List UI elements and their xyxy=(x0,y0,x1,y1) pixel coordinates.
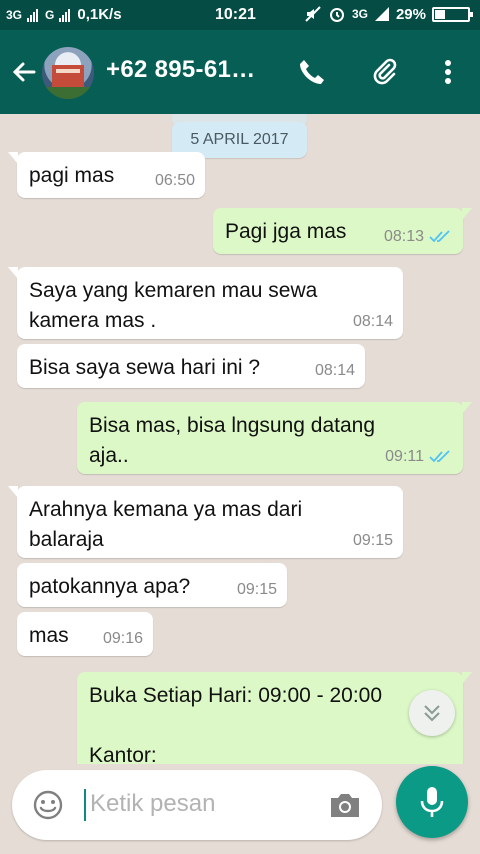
message-time: 09:15 xyxy=(236,581,277,598)
microphone-icon xyxy=(420,787,444,817)
message-incoming[interactable]: Saya yang kemaren mau sewa kamera mas . … xyxy=(8,267,403,339)
signal-full-icon xyxy=(374,7,389,21)
text-cursor xyxy=(84,789,86,821)
message-text: patokannya apa? xyxy=(29,575,191,598)
message-time: 08:13 xyxy=(383,228,424,245)
message-time: 08:14 xyxy=(314,362,355,379)
message-meta: 08:14 xyxy=(315,362,355,380)
network-type-3: 3G xyxy=(351,7,368,21)
message-outgoing[interactable]: Pagi jga mas 08:13 xyxy=(213,208,472,254)
clock: 10:21 xyxy=(215,6,256,23)
network-type-2: G xyxy=(45,7,55,22)
camera-icon[interactable] xyxy=(327,789,363,821)
message-outgoing[interactable]: Bisa mas, bisa lngsung datang aja.. 09:1… xyxy=(77,402,472,474)
emoji-icon[interactable] xyxy=(32,789,64,821)
more-icon[interactable] xyxy=(432,56,464,88)
status-right: 3G 29% xyxy=(304,5,473,23)
mic-button[interactable] xyxy=(396,766,468,838)
network-type-1: 3G xyxy=(6,7,23,22)
chat-header: +62 895-61… xyxy=(0,30,480,114)
message-text: Bisa mas, bisa lngsung datang aja.. xyxy=(89,414,376,467)
attach-icon[interactable] xyxy=(368,56,400,88)
message-input[interactable]: Ketik pesan xyxy=(90,790,215,818)
message-meta: 08:14 xyxy=(353,313,393,331)
message-composer: Ketik pesan xyxy=(12,770,382,840)
message-text: mas xyxy=(29,624,69,647)
message-incoming[interactable]: Arahnya kemana ya mas dari balaraja 09:1… xyxy=(8,486,403,558)
message-incoming[interactable]: pagi mas 06:50 xyxy=(8,152,205,198)
signal-icon-2 xyxy=(59,8,71,22)
message-outgoing[interactable]: Buka Setiap Hari: 09:00 - 20:00 Kantor: xyxy=(77,672,472,764)
message-meta: 06:50 xyxy=(155,172,195,190)
read-ticks-icon xyxy=(429,450,450,463)
message-text: Arahnya kemana ya mas dari balaraja xyxy=(29,498,303,551)
message-meta: 09:11 xyxy=(385,448,453,466)
battery-percent: 29% xyxy=(395,5,426,23)
message-meta: 09:15 xyxy=(237,581,277,599)
message-meta: 08:13 xyxy=(384,228,453,246)
battery-icon xyxy=(432,6,473,22)
message-time: 06:50 xyxy=(154,172,195,189)
contact-title[interactable]: +62 895-61… xyxy=(106,56,255,84)
message-time: 09:11 xyxy=(385,448,424,465)
message-meta: 09:15 xyxy=(353,532,393,550)
message-time: 08:14 xyxy=(352,313,393,330)
double-chevron-down-icon xyxy=(424,705,440,722)
scroll-down-button[interactable] xyxy=(409,690,455,736)
message-text: Bisa saya sewa hari ini ? xyxy=(29,356,261,379)
mute-icon xyxy=(305,6,321,22)
phone-icon[interactable] xyxy=(296,56,328,88)
status-left: 3G G 0,1K/s xyxy=(6,6,122,23)
chat-area[interactable]: 5 APRIL 2017 5 APRIL 2017 pagi mas 06:50… xyxy=(0,114,480,764)
message-text: Buka Setiap Hari: 09:00 - 20:00 Kantor: xyxy=(89,684,383,764)
read-ticks-icon xyxy=(429,230,450,243)
message-time: 09:15 xyxy=(352,532,393,549)
back-arrow-icon[interactable] xyxy=(10,58,38,86)
status-bar: 3G G 0,1K/s 10:21 3G 29% xyxy=(0,0,480,30)
message-text: pagi mas xyxy=(29,164,115,187)
message-time: 09:16 xyxy=(102,630,143,647)
signal-icon xyxy=(27,8,39,22)
message-text: Saya yang kemaren mau sewa kamera mas . xyxy=(29,279,318,332)
message-meta: 09:16 xyxy=(103,630,143,648)
message-text: Pagi jga mas xyxy=(225,220,347,243)
network-speed: 0,1K/s xyxy=(77,6,122,23)
message-incoming[interactable]: mas 09:16 xyxy=(17,612,153,656)
avatar[interactable] xyxy=(42,47,94,99)
message-incoming[interactable]: patokannya apa? 09:15 xyxy=(17,563,287,607)
message-incoming[interactable]: Bisa saya sewa hari ini ? 08:14 xyxy=(17,344,365,388)
alarm-icon xyxy=(329,8,344,22)
